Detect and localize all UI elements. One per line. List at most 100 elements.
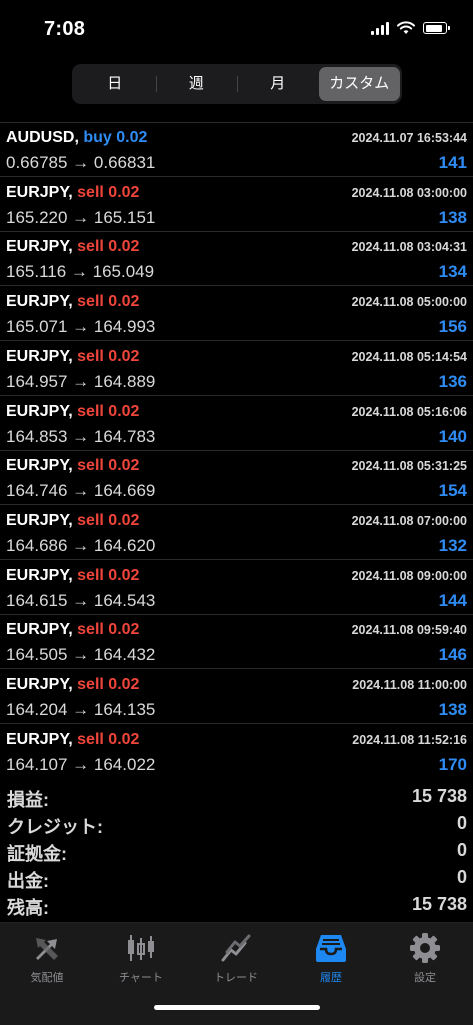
deal-title: EURJPY, sell 0.02 — [6, 621, 139, 639]
deal-row[interactable]: EURJPY, sell 0.02 2024.11.08 05:31:25 164.… — [0, 451, 473, 506]
deal-prices: 164.615 → 164.543 — [6, 590, 156, 610]
deal-side: buy 0.02 — [83, 129, 148, 146]
deal-symbol: EURJPY, — [6, 457, 73, 475]
deal-side: sell 0.02 — [77, 293, 140, 311]
deal-row-clipped — [0, 104, 473, 123]
deal-title: EURJPY, sell 0.02 — [6, 293, 139, 311]
deal-row[interactable]: EURJPY, sell 0.02 2024.11.08 05:00:00 165.… — [0, 287, 473, 342]
tab-quotes-label: 気配値 — [30, 972, 64, 984]
summary-row: 残高: 15 738 — [0, 890, 473, 918]
deal-title: EURJPY, sell 0.02 — [6, 512, 139, 530]
deal-profit: 140 — [438, 426, 467, 446]
segment-week[interactable]: 週 — [155, 67, 238, 101]
tab-trade-label: トレード — [214, 972, 258, 984]
deal-time: 2024.11.08 03:04:31 — [351, 240, 467, 255]
summary-label: 残高: — [7, 898, 49, 918]
settings-icon — [410, 933, 440, 963]
deal-prices: 165.116 → 165.049 — [6, 262, 155, 282]
summary-row: クレジット: 0 — [0, 809, 473, 837]
deal-symbol: EURJPY, — [6, 238, 73, 256]
summary-value: 15 738 — [411, 894, 467, 914]
deal-row[interactable]: EURJPY, sell 0.02 2024.11.08 11:52:16 164.… — [0, 725, 473, 778]
deal-row[interactable]: AUDUSD, buy 0.02 2024.11.07 16:53:44 0.667… — [0, 123, 473, 177]
deal-profit: 138 — [438, 207, 467, 227]
deal-symbol: EURJPY, — [6, 293, 73, 311]
deal-row[interactable]: EURJPY, sell 0.02 2024.11.08 11:00:00 164.… — [0, 670, 473, 724]
deal-prices: 164.746 → 164.669 — [6, 481, 156, 501]
segment-day[interactable]: 日 — [74, 67, 156, 101]
deal-symbol: EURJPY, — [6, 511, 73, 529]
tab-settings[interactable]: 設定 — [378, 931, 472, 985]
deal-title: EURJPY, sell 0.02 — [6, 676, 139, 694]
history-list[interactable]: AUDUSD, buy 0.02 2024.11.07 16:53:44 0.667… — [0, 104, 473, 778]
status-bar: 7:08 — [0, 0, 473, 60]
status-icons — [371, 21, 450, 35]
quotes-icon — [36, 938, 58, 960]
wifi-icon — [397, 21, 415, 34]
deal-side: sell 0.02 — [77, 457, 140, 475]
deal-symbol: EURJPY, — [6, 676, 73, 693]
deal-prices: 164.204 → 164.135 — [6, 700, 156, 719]
deal-side: sell 0.02 — [77, 238, 140, 256]
deal-prices: 164.686 → 164.620 — [6, 535, 156, 555]
deal-time: 2024.11.08 07:00:00 — [351, 513, 467, 528]
deal-title: EURJPY, sell 0.02 — [6, 403, 139, 421]
battery-icon — [423, 22, 450, 34]
deal-prices: 164.957 → 164.889 — [6, 371, 156, 391]
deal-title: EURJPY, sell 0.02 — [6, 184, 139, 202]
deal-time: 2024.11.08 09:59:40 — [351, 623, 467, 638]
deal-row[interactable]: EURJPY, sell 0.02 2024.11.08 03:00:00 165.… — [0, 178, 473, 232]
deal-time: 2024.11.08 05:16:06 — [351, 404, 467, 419]
deal-row[interactable]: EURJPY, sell 0.02 2024.11.08 05:16:06 164.… — [0, 397, 473, 451]
history-summary: 損益: 15 738 クレジット: 0 証拠金: 0 出金: 0 残高: 15 738 — [0, 782, 473, 918]
deal-time: 2024.11.08 11:52:16 — [352, 732, 467, 747]
deal-title: EURJPY, sell 0.02 — [6, 457, 139, 475]
summary-row: 損益: 15 738 — [0, 782, 473, 810]
chart-icon — [128, 935, 154, 961]
deal-profit: 146 — [438, 645, 467, 665]
summary-value: 0 — [456, 813, 467, 833]
tab-trade[interactable]: トレード — [189, 931, 283, 985]
deal-row[interactable]: EURJPY, sell 0.02 2024.11.08 05:14:54 164.… — [0, 342, 473, 396]
segment-month[interactable]: 月 — [237, 67, 319, 101]
deal-profit: 132 — [438, 535, 467, 555]
deal-profit: 154 — [438, 481, 467, 501]
summary-value: 0 — [456, 840, 467, 860]
deal-symbol: EURJPY, — [6, 183, 73, 201]
tab-chart[interactable]: チャート — [94, 931, 188, 985]
deal-profit: 134 — [438, 262, 467, 282]
segment-custom[interactable]: カスタム — [318, 67, 400, 101]
deal-side: sell 0.02 — [77, 402, 140, 420]
deal-side: sell 0.02 — [77, 511, 140, 529]
tab-history[interactable]: 履歴 — [284, 931, 378, 985]
deal-time: 2024.11.08 09:00:00 — [351, 568, 467, 583]
deal-side: sell 0.02 — [77, 676, 140, 693]
tab-history-label: 履歴 — [320, 972, 342, 984]
history-icon — [316, 935, 346, 962]
deal-profit: 156 — [438, 317, 467, 337]
deal-row[interactable]: EURJPY, sell 0.02 2024.11.08 09:00:00 164.… — [0, 561, 473, 615]
status-time: 7:08 — [44, 18, 86, 40]
deal-side: sell 0.02 — [77, 621, 140, 639]
summary-row: 証拠金: 0 — [0, 836, 473, 864]
deal-time: 2024.11.08 05:31:25 — [351, 459, 467, 474]
summary-value: 0 — [456, 867, 467, 887]
deal-row[interactable]: EURJPY, sell 0.02 2024.11.08 09:59:40 164.… — [0, 615, 473, 670]
deal-profit: 138 — [438, 700, 467, 719]
deal-profit: 170 — [438, 754, 467, 774]
trade-icon — [221, 934, 251, 962]
summary-row: 出金: 0 — [0, 863, 473, 891]
deal-side: sell 0.02 — [77, 347, 140, 365]
deal-prices: 164.505 → 164.432 — [6, 645, 156, 665]
home-indicator[interactable] — [154, 1005, 320, 1010]
cellular-signal-icon — [371, 21, 389, 35]
deal-title: EURJPY, sell 0.02 — [6, 348, 139, 366]
deal-row[interactable]: EURJPY, sell 0.02 2024.11.08 07:00:00 164.… — [0, 506, 473, 560]
tab-quotes[interactable]: 気配値 — [0, 931, 94, 985]
deal-profit: 136 — [438, 371, 467, 391]
deal-time: 2024.11.07 16:53:44 — [351, 131, 467, 145]
deal-title: EURJPY, sell 0.02 — [6, 238, 139, 256]
deal-row[interactable]: EURJPY, sell 0.02 2024.11.08 03:04:31 165.… — [0, 232, 473, 287]
deal-title: EURJPY, sell 0.02 — [6, 731, 139, 749]
deal-prices: 0.66785 → 0.66831 — [6, 153, 156, 172]
